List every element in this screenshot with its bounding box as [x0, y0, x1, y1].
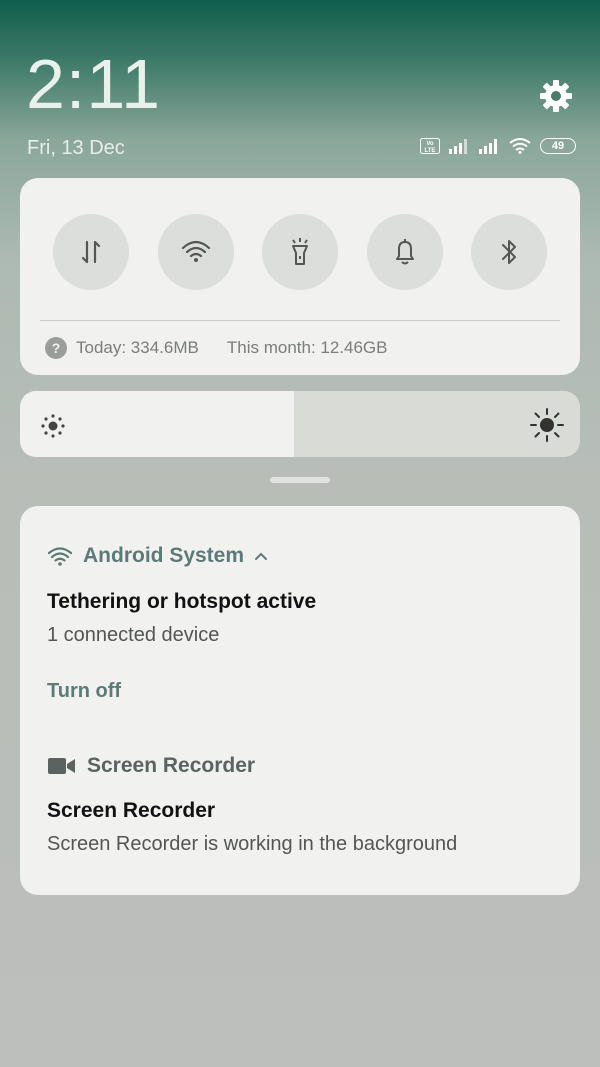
turn-off-button[interactable]: Turn off — [47, 680, 121, 703]
data-usage-row[interactable]: ? Today: 334.6MB This month: 12.46GB — [44, 336, 388, 360]
recorder-app-header[interactable]: Screen Recorder — [47, 754, 255, 778]
flashlight-icon — [292, 238, 308, 265]
recorder-app-name: Screen Recorder — [87, 754, 256, 777]
bell-icon — [395, 239, 414, 265]
data-transfer-icon — [81, 240, 101, 264]
wifi-status-icon — [509, 138, 531, 154]
help-question-icon: ? — [45, 337, 67, 359]
signal-strength-icon — [449, 139, 467, 154]
hotspot-wifi-icon — [47, 547, 73, 566]
signal-strength-icon-2 — [479, 139, 497, 154]
bluetooth-toggle[interactable] — [471, 214, 547, 290]
mobile-data-toggle[interactable] — [53, 214, 129, 290]
settings-gear-icon[interactable] — [538, 78, 574, 114]
usage-month-label: This month: 12.46GB — [226, 338, 388, 357]
brightness-low-icon — [41, 414, 65, 438]
recorder-title: Screen Recorder — [47, 799, 216, 822]
hotspot-title: Tethering or hotspot active — [47, 590, 317, 613]
usage-today-label: Today: 334.6MB — [76, 338, 199, 357]
brightness-slider[interactable] — [20, 391, 580, 457]
bluetooth-icon — [502, 240, 516, 264]
svg-text:LTE: LTE — [425, 148, 436, 154]
panel-divider — [40, 320, 560, 321]
wifi-icon — [181, 240, 210, 262]
svg-text:Vo: Vo — [426, 141, 434, 147]
brightness-high-icon — [530, 408, 564, 442]
battery-icon: 49 — [540, 138, 576, 154]
sound-toggle[interactable] — [366, 214, 443, 290]
recorder-text: Screen Recorder is working in the backgr… — [47, 833, 458, 855]
status-bar-icons: Vo LTE 49 — [420, 138, 576, 154]
flashlight-toggle[interactable] — [262, 214, 338, 290]
quick-settings-panel: ? Today: 334.6MB This month: 12.46GB — [20, 178, 580, 375]
clock-time: 2:11 — [26, 45, 162, 123]
svg-text:?: ? — [52, 340, 61, 356]
hotspot-app-name: Android System — [83, 544, 245, 567]
wifi-toggle[interactable] — [157, 214, 234, 290]
notification-card: Android System Tethering or hotspot acti… — [20, 506, 580, 895]
video-camera-icon — [48, 758, 75, 774]
quick-toggle-row — [53, 214, 547, 290]
volte-icon: Vo LTE — [420, 138, 440, 154]
drag-handle[interactable] — [270, 477, 330, 483]
hotspot-text: 1 connected device — [47, 624, 220, 646]
chevron-up-icon[interactable] — [254, 551, 268, 561]
date-label: Fri, 13 Dec — [27, 137, 125, 159]
hotspot-app-header[interactable]: Android System — [47, 544, 268, 568]
